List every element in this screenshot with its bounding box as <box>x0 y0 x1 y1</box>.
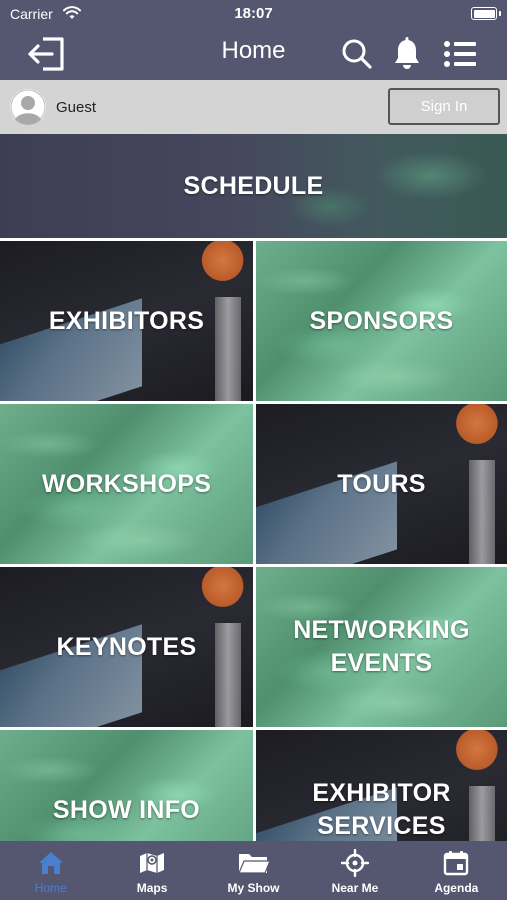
tile-workshops[interactable]: WORKSHOPS <box>0 404 253 564</box>
tile-label: NETWORKING EVENTS <box>293 616 470 677</box>
tile-label: KEYNOTES <box>56 632 197 661</box>
user-name: Guest <box>56 99 97 116</box>
tab-label: My Show <box>227 881 280 895</box>
folder-icon <box>237 849 271 877</box>
tab-home[interactable]: Home <box>0 841 101 900</box>
bell-icon[interactable] <box>387 35 427 73</box>
search-icon[interactable] <box>337 35 377 73</box>
tab-bar: Home Maps My Show Near Me Agenda <box>0 841 507 900</box>
calendar-icon <box>443 849 469 877</box>
navigation-bar: Home <box>0 28 507 80</box>
clock: 18:07 <box>234 5 273 22</box>
tab-maps[interactable]: Maps <box>101 841 202 900</box>
sign-in-button[interactable]: Sign In <box>388 88 500 125</box>
tile-label: EXHIBITOR SERVICES <box>312 779 451 840</box>
tile-keynotes[interactable]: KEYNOTES <box>0 567 253 727</box>
tile-label: SPONSORS <box>309 306 454 335</box>
tile-networking-events[interactable]: NETWORKING EVENTS <box>256 567 507 727</box>
tab-near-me[interactable]: Near Me <box>304 841 405 900</box>
map-icon <box>138 849 166 877</box>
home-tile-grid: SCHEDULE EXHIBITORS SPONSORS WORKSHOPS T… <box>0 134 507 841</box>
tile-label: TOURS <box>337 469 426 498</box>
tab-my-show[interactable]: My Show <box>203 841 304 900</box>
avatar[interactable] <box>10 89 46 125</box>
tab-label: Agenda <box>434 881 479 895</box>
crosshair-icon <box>340 849 369 877</box>
tile-show-info[interactable]: SHOW INFO <box>0 730 253 841</box>
tile-label: SCHEDULE <box>183 171 324 200</box>
status-bar: Carrier 18:07 <box>0 0 507 28</box>
page-title: Home <box>221 37 286 64</box>
tab-label: Maps <box>136 881 168 895</box>
tile-label: EXHIBITORS <box>48 306 205 335</box>
tile-label: WORKSHOPS <box>41 469 212 498</box>
user-bar: Guest Sign In <box>0 80 507 134</box>
tile-schedule[interactable]: SCHEDULE <box>0 134 507 238</box>
tab-label: Home <box>34 881 67 895</box>
tile-exhibitors[interactable]: EXHIBITORS <box>0 241 253 401</box>
list-menu-icon[interactable] <box>440 35 480 73</box>
battery-icon <box>471 7 497 20</box>
tab-label: Near Me <box>331 881 379 895</box>
tile-tours[interactable]: TOURS <box>256 404 507 564</box>
battery-tip <box>499 11 501 16</box>
tab-agenda[interactable]: Agenda <box>406 841 507 900</box>
home-icon <box>37 849 65 877</box>
tile-label: SHOW INFO <box>52 795 201 824</box>
tile-sponsors[interactable]: SPONSORS <box>256 241 507 401</box>
tile-exhibitor-services[interactable]: EXHIBITOR SERVICES <box>256 730 507 841</box>
